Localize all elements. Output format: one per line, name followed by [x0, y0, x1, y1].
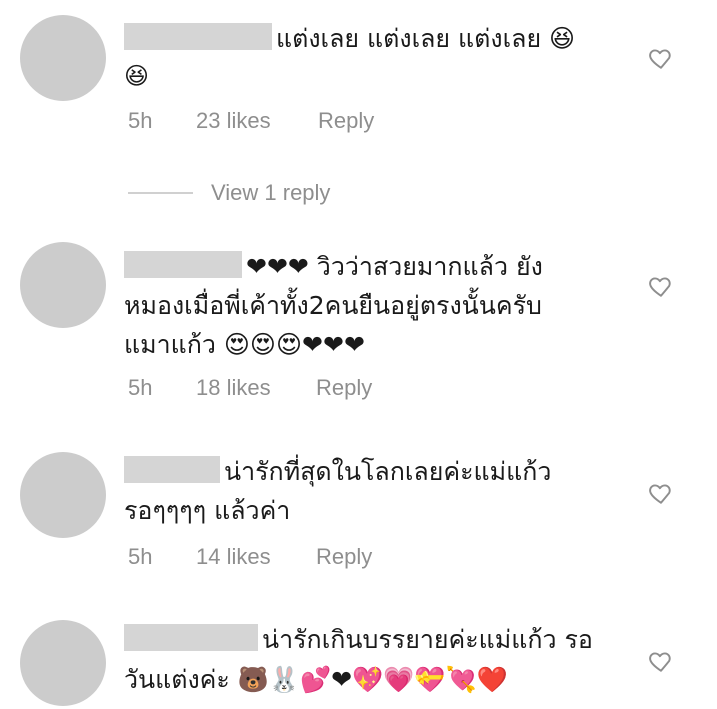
reply-button[interactable]: Reply: [318, 108, 374, 134]
heart-outline-icon[interactable]: [648, 480, 674, 506]
comment-line: ❤❤❤ วิวว่าสวยมากแล้ว ยัง: [246, 252, 543, 281]
username[interactable]: [124, 456, 220, 483]
comment-text: น่ารักเกินบรรยายค่ะแม่แก้ว รอ: [124, 620, 593, 660]
avatar[interactable]: [20, 620, 106, 706]
comment-line: หมองเมื่อพี่เค้าทั้ง2คนยืนอยู่ตรงนั้นครั…: [124, 291, 542, 320]
reply-button[interactable]: Reply: [316, 544, 372, 570]
comment-line: แต่งเลย แต่งเลย แต่งเลย 😆: [276, 24, 576, 53]
avatar[interactable]: [20, 242, 106, 328]
replies-divider: [128, 192, 193, 194]
comment-line: น่ารักที่สุดในโลกเลยค่ะแม่แก้ว: [224, 457, 552, 486]
timestamp: 5h: [128, 544, 153, 569]
comment-line: รอๆๆๆๆ แล้วค่า: [124, 496, 291, 525]
reply-button[interactable]: Reply: [316, 375, 372, 401]
comment-text: แต่งเลย แต่งเลย แต่งเลย 😆: [124, 19, 575, 59]
avatar[interactable]: [20, 452, 106, 538]
timestamp: 5h: [128, 108, 153, 133]
comment-meta: 5h 14 likes Reply: [128, 544, 372, 570]
view-replies-label[interactable]: View 1 reply: [211, 180, 330, 206]
comment-line: น่ารักเกินบรรยายค่ะแม่แก้ว รอ: [262, 625, 593, 654]
comment-text: ❤❤❤ วิวว่าสวยมากแล้ว ยัง: [124, 247, 543, 287]
view-replies-toggle[interactable]: View 1 reply: [128, 178, 330, 208]
username[interactable]: [124, 624, 258, 651]
likes-count[interactable]: 18 likes: [196, 375, 316, 401]
avatar[interactable]: [20, 15, 106, 101]
comment-text-line-2: หมองเมื่อพี่เค้าทั้ง2คนยืนอยู่ตรงนั้นครั…: [124, 286, 542, 326]
comment-text: น่ารักที่สุดในโลกเลยค่ะแม่แก้ว: [124, 452, 551, 492]
heart-outline-icon[interactable]: [648, 273, 674, 299]
timestamp: 5h: [128, 375, 153, 400]
comment-line: วันแต่งค่ะ 🐻🐰💕❤💖💗💝💘❤️: [124, 665, 508, 694]
heart-outline-icon[interactable]: [648, 45, 674, 71]
comment-line: แมาแก้ว 😍😍😍❤❤❤: [124, 330, 365, 359]
heart-outline-icon[interactable]: [648, 648, 674, 674]
comment-text-line-3: แมาแก้ว 😍😍😍❤❤❤: [124, 325, 365, 365]
comment-meta: 5h 18 likes Reply: [128, 375, 372, 401]
username[interactable]: [124, 23, 272, 50]
comment-text-line-2: วันแต่งค่ะ 🐻🐰💕❤💖💗💝💘❤️: [124, 660, 508, 700]
likes-count[interactable]: 23 likes: [196, 108, 318, 134]
comment-meta: 5h 23 likes Reply: [128, 108, 374, 134]
comment-text-line-2: 😆: [124, 56, 149, 96]
comment-line: 😆: [124, 62, 150, 90]
username[interactable]: [124, 251, 242, 278]
comment-text-line-2: รอๆๆๆๆ แล้วค่า: [124, 491, 290, 531]
likes-count[interactable]: 14 likes: [196, 544, 316, 570]
